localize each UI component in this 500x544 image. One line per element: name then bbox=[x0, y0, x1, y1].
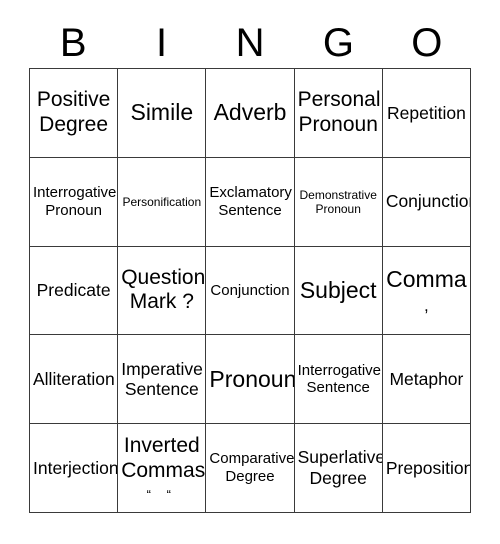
bingo-cell-r5c5[interactable]: Preposition bbox=[382, 424, 472, 513]
bingo-cell-symbol: , bbox=[424, 295, 429, 315]
bingo-cell-label: Repetition bbox=[387, 102, 466, 123]
bingo-cell-r2c1[interactable]: Interrogative Pronoun bbox=[30, 157, 119, 247]
bingo-cell-r4c4[interactable]: Interrogative Sentence bbox=[294, 335, 383, 425]
bingo-header-letter-b: B bbox=[59, 21, 87, 65]
bingo-cell-label: Alliteration bbox=[33, 368, 115, 389]
bingo-cell-r5c1[interactable]: Interjection bbox=[30, 424, 119, 513]
bingo-cell-label: Exclamatory Sentence bbox=[209, 184, 292, 219]
bingo-cell-r2c2[interactable]: Personification bbox=[118, 157, 207, 247]
bingo-cell-content: Subject bbox=[298, 277, 379, 304]
bingo-cell-label: Comparative Degree bbox=[209, 450, 295, 486]
bingo-cell-r4c3[interactable]: Pronoun bbox=[206, 335, 295, 425]
bingo-cell-content: Repetition bbox=[386, 103, 467, 124]
bingo-header-letter-n: N bbox=[235, 21, 265, 65]
bingo-cell-content: Imperative Sentence bbox=[121, 358, 203, 400]
bingo-cell-content: Conjunction bbox=[385, 191, 472, 212]
bingo-header-letter-g: G bbox=[322, 21, 354, 65]
bingo-row: Positive Degree Simile Adverb Personal Pron… bbox=[30, 69, 472, 158]
bingo-row: Alliteration Imperative Sentence Pronoun In… bbox=[30, 335, 472, 425]
bingo-cell-content: Interrogative Sentence bbox=[297, 361, 381, 397]
bingo-card: B I N G O Positive Degree Simile Adverb Persona… bbox=[0, 0, 500, 544]
bingo-cell-label: Preposition bbox=[385, 457, 472, 478]
bingo-cell-r2c5[interactable]: Conjunction bbox=[382, 157, 472, 247]
bingo-cell-content: Comma, bbox=[386, 266, 467, 316]
bingo-cell-label: Personal Pronoun bbox=[297, 88, 381, 136]
bingo-cell-r2c3[interactable]: Exclamatory Sentence bbox=[206, 157, 295, 247]
bingo-cell-content: Demonstrative Pronoun bbox=[298, 188, 379, 216]
bingo-cell-label: Conjunction bbox=[210, 281, 290, 299]
bingo-cell-label: Interrogative Pronoun bbox=[33, 184, 117, 219]
bingo-cell-r5c2[interactable]: Inverted Commas “ “ bbox=[118, 424, 207, 513]
bingo-grid: Positive Degree Simile Adverb Personal Pron… bbox=[29, 68, 472, 513]
bingo-header-letter-i: I bbox=[156, 21, 168, 65]
bingo-cell-content: Inverted Commas “ “ bbox=[121, 434, 206, 502]
bingo-cell-content: Personification bbox=[121, 195, 202, 209]
bingo-cell-r3c3[interactable]: Conjunction bbox=[206, 246, 295, 336]
bingo-cell-label: Interrogative Sentence bbox=[297, 361, 381, 397]
bingo-cell-label: Pronoun bbox=[209, 365, 295, 392]
bingo-cell-r5c4[interactable]: Superlative Degree bbox=[294, 424, 383, 513]
bingo-cell-label: Positive Degree bbox=[36, 88, 111, 136]
bingo-header-letter-o: O bbox=[411, 21, 443, 65]
bingo-row: Predicate Question Mark ? Conjunction Subje… bbox=[30, 246, 472, 336]
bingo-cell-label: Subject bbox=[299, 276, 377, 303]
bingo-cell-label: Conjunction bbox=[385, 191, 472, 212]
bingo-cell-content: Question Mark ? bbox=[121, 265, 206, 316]
bingo-cell-r5c3[interactable]: Comparative Degree bbox=[206, 424, 295, 513]
bingo-row: Interrogative Pronoun Personification Excl… bbox=[30, 157, 472, 247]
bingo-cell-label: Comma bbox=[386, 265, 467, 292]
bingo-cell-r1c1[interactable]: Positive Degree bbox=[30, 69, 119, 158]
bingo-cell-label: Metaphor bbox=[389, 368, 464, 389]
bingo-cell-label: Question Mark ? bbox=[121, 265, 206, 314]
bingo-cell-label: Predicate bbox=[36, 280, 111, 301]
bingo-cell-content: Alliteration bbox=[33, 368, 115, 390]
bingo-cell-content: Superlative Degree bbox=[297, 447, 383, 489]
bingo-cell-label: Adverb bbox=[213, 99, 287, 126]
bingo-cell-content: Positive Degree bbox=[33, 88, 114, 138]
bingo-cell-content: Simile bbox=[121, 99, 202, 126]
bingo-cell-content: Metaphor bbox=[386, 369, 467, 390]
bingo-cell-symbol: “ “ bbox=[146, 486, 177, 502]
bingo-cell-r2c4[interactable]: Demonstrative Pronoun bbox=[294, 157, 383, 247]
bingo-cell-content: Exclamatory Sentence bbox=[209, 184, 292, 219]
bingo-cell-r3c2[interactable]: Question Mark ? bbox=[118, 246, 207, 336]
bingo-cell-label: Personification bbox=[122, 194, 202, 209]
bingo-cell-content: Interrogative Pronoun bbox=[33, 184, 117, 219]
bingo-cell-r3c4[interactable]: Subject bbox=[294, 246, 383, 336]
bingo-row: Interjection Inverted Commas “ “ Comparativ… bbox=[30, 424, 472, 513]
bingo-cell-r3c1[interactable]: Predicate bbox=[30, 246, 119, 336]
bingo-cell-r1c5[interactable]: Repetition bbox=[382, 69, 472, 158]
bingo-cell-content: Interjection bbox=[33, 457, 119, 479]
bingo-cell-label: Imperative Sentence bbox=[121, 358, 203, 400]
bingo-cell-r3c5[interactable]: Comma, bbox=[382, 246, 472, 336]
bingo-cell-r1c4[interactable]: Personal Pronoun bbox=[294, 69, 383, 158]
bingo-cell-r4c5[interactable]: Metaphor bbox=[382, 335, 472, 425]
bingo-cell-content: Preposition bbox=[385, 457, 472, 479]
bingo-cell-label: Superlative Degree bbox=[297, 447, 383, 489]
bingo-cell-label: Simile bbox=[130, 99, 194, 126]
bingo-cell-content: Personal Pronoun bbox=[297, 88, 381, 138]
bingo-cell-label: Demonstrative Pronoun bbox=[299, 187, 377, 216]
bingo-cell-r4c1[interactable]: Alliteration bbox=[30, 335, 119, 425]
bingo-cell-content: Conjunction bbox=[209, 282, 290, 300]
bingo-header-row: BINGO bbox=[29, 18, 471, 68]
bingo-cell-content: Comparative Degree bbox=[209, 450, 295, 486]
bingo-cell-content: Predicate bbox=[33, 280, 114, 301]
bingo-cell-r1c2[interactable]: Simile bbox=[118, 69, 207, 158]
bingo-cell-label: Interjection bbox=[33, 457, 119, 478]
bingo-cell-r1c3[interactable]: Adverb bbox=[206, 69, 295, 158]
bingo-cell-content: Adverb bbox=[209, 99, 290, 126]
bingo-cell-r4c2[interactable]: Imperative Sentence bbox=[118, 335, 207, 425]
bingo-cell-label: Inverted Commas bbox=[121, 434, 206, 482]
bingo-cell-content: Pronoun bbox=[209, 365, 295, 393]
